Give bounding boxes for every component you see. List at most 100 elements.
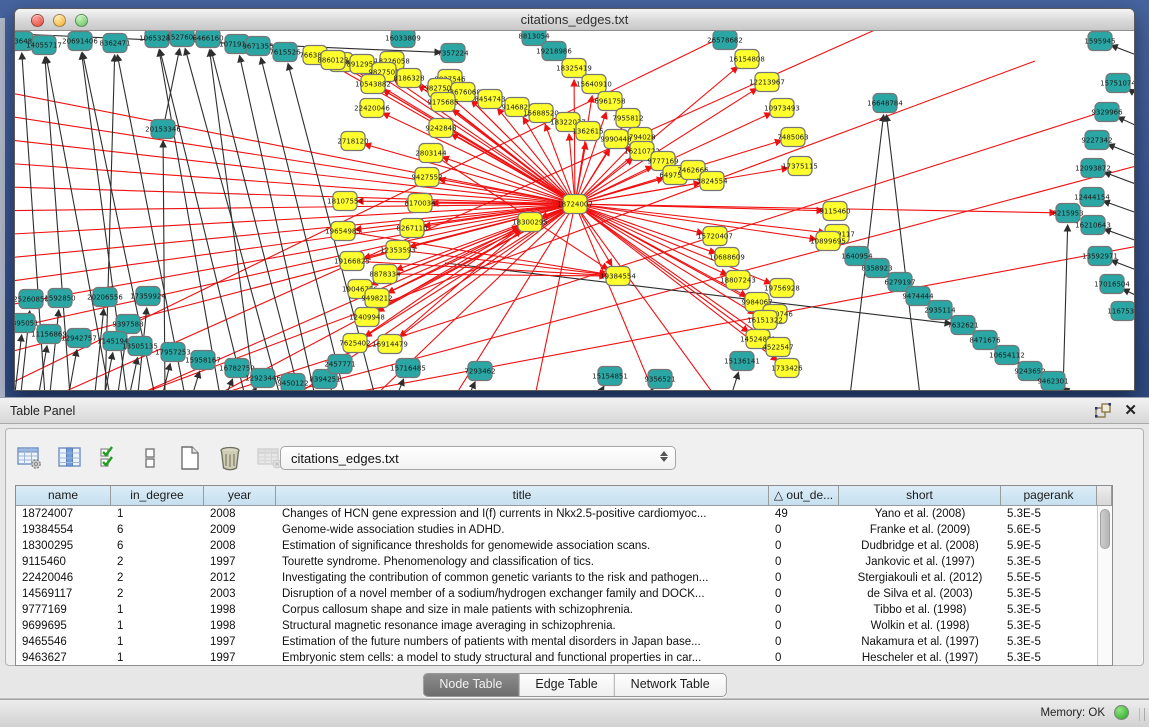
graph-node[interactable]: 1167533 xyxy=(1107,302,1134,321)
table-row[interactable]: 946554611997Estimation of the future num… xyxy=(16,634,1112,650)
graph-node[interactable]: 1592850 xyxy=(44,289,75,308)
table-settings-icon[interactable] xyxy=(16,445,43,472)
graph-node[interactable]: 2718120 xyxy=(337,132,368,151)
graph-node[interactable]: 8362471 xyxy=(99,34,130,53)
vertical-scrollbar[interactable] xyxy=(1097,506,1112,666)
new-table-icon[interactable] xyxy=(176,445,203,472)
graph-node[interactable]: 9175685 xyxy=(427,93,458,112)
graph-node[interactable]: 10688609 xyxy=(709,248,745,267)
column-header-in-degree[interactable]: in_degree xyxy=(111,486,204,506)
float-panel-icon[interactable] xyxy=(1095,403,1112,420)
graph-node[interactable]: 7625402 xyxy=(339,334,370,353)
column-header-out-de[interactable]: △ out_de... xyxy=(769,486,839,506)
network-view-window[interactable]: citations_edges.txt 91364891405571720691… xyxy=(14,8,1135,391)
graph-node[interactable]: 15751074 xyxy=(1100,74,1134,93)
graph-node[interactable]: 2803144 xyxy=(415,144,447,163)
table-row[interactable]: 946362711997Embryonic stem cells: a mode… xyxy=(16,650,1112,666)
delete-rows-icon[interactable] xyxy=(216,445,243,472)
graph-node[interactable]: 8878334 xyxy=(369,265,401,284)
table-row[interactable]: 911546021997Tourette syndrome. Phenomeno… xyxy=(16,554,1112,570)
graph-node[interactable]: 4522547 xyxy=(762,338,793,357)
graph-node[interactable]: 20153346 xyxy=(145,120,181,139)
column-header-year[interactable]: year xyxy=(204,486,276,506)
graph-node[interactable]: 9242848 xyxy=(425,119,456,138)
graph-node[interactable]: 9356521 xyxy=(644,370,675,389)
graph-node[interactable]: 1362615 xyxy=(572,122,603,141)
column-header-title[interactable]: title xyxy=(276,486,769,506)
graph-node[interactable]: 16154808 xyxy=(729,50,765,69)
graph-node[interactable]: 7485063 xyxy=(777,128,808,147)
tab-node-table[interactable]: Node Table xyxy=(423,674,519,696)
graph-node[interactable]: 19166825 xyxy=(334,252,370,271)
graph-node[interactable]: 16648784 xyxy=(867,94,903,113)
column-header-short[interactable]: short xyxy=(839,486,1001,506)
table-row[interactable]: 977716911998Corpus callosum shape and si… xyxy=(16,602,1112,618)
graph-node[interactable]: 13592971 xyxy=(1082,247,1118,266)
graph-node[interactable]: 9462301 xyxy=(1037,372,1068,391)
graph-node-label: 7485063 xyxy=(777,133,808,141)
edit-columns-icon[interactable] xyxy=(96,445,123,472)
column-header-name[interactable]: name xyxy=(16,486,111,506)
graph-node[interactable]: 9427552 xyxy=(411,168,442,187)
graph-node[interactable]: 7615526 xyxy=(269,43,301,62)
graph-node[interactable]: 17375115 xyxy=(782,157,818,176)
graph-node[interactable]: 12213967 xyxy=(749,73,785,92)
graph-node[interactable]: 2935114 xyxy=(924,301,956,320)
graph-node[interactable]: 18107554 xyxy=(327,192,363,211)
tab-network-table[interactable]: Network Table xyxy=(615,674,726,696)
scrollbar-thumb[interactable] xyxy=(1100,509,1110,549)
table-row[interactable]: 1830029562008Estimation of significance … xyxy=(16,538,1112,554)
graph-node[interactable]: 15154851 xyxy=(592,367,628,386)
row-height-icon[interactable] xyxy=(136,445,163,472)
table-row[interactable]: 1872400712008Changes of HCN gene express… xyxy=(16,506,1112,522)
graph-node[interactable]: 9227342 xyxy=(1081,131,1112,150)
graph-node[interactable]: 10973493 xyxy=(764,99,800,118)
graph-node[interactable]: 6961758 xyxy=(594,92,625,111)
column-header-pagerank[interactable]: pagerank xyxy=(1001,486,1097,506)
graph-node[interactable]: 1733426 xyxy=(771,359,803,378)
graph-node[interactable]: 26578682 xyxy=(707,31,743,50)
graph-node[interactable]: 8267110 xyxy=(396,219,427,238)
memory-indicator[interactable] xyxy=(1114,705,1129,720)
graph-node[interactable]: 9329966 xyxy=(1091,103,1123,122)
graph-node[interactable]: 9990448 xyxy=(600,130,631,149)
graph-node[interactable]: 9115460 xyxy=(819,202,850,221)
graph-node[interactable]: 19756928 xyxy=(764,279,800,298)
graph-node[interactable]: 7293462 xyxy=(464,362,495,381)
close-panel-icon[interactable]: ✕ xyxy=(1124,402,1137,420)
graph-node[interactable]: 8170034 xyxy=(404,194,436,213)
graph-node[interactable]: 16033809 xyxy=(385,31,421,48)
tab-edge-table[interactable]: Edge Table xyxy=(519,674,614,696)
graph-node[interactable]: 15716485 xyxy=(390,359,426,378)
delete-table-icon[interactable] xyxy=(256,445,283,472)
graph-node[interactable]: 9397588 xyxy=(112,315,143,334)
table-select[interactable]: citations_edges.txt xyxy=(280,446,676,470)
graph-node[interactable]: 7955812 xyxy=(612,109,643,128)
graph-node[interactable]: 16914479 xyxy=(372,335,408,354)
graph-node[interactable]: 20691406 xyxy=(62,32,98,51)
graph-node[interactable]: 15720407 xyxy=(697,227,733,246)
graph-node[interactable]: 7632621 xyxy=(947,316,978,335)
graph-node[interactable]: 8215953 xyxy=(1052,204,1083,223)
table-row[interactable]: 2242004622012Investigating the contribut… xyxy=(16,570,1112,586)
table-row[interactable]: 1456911722003Disruption of a novel membe… xyxy=(16,586,1112,602)
graph-node[interactable]: 8186328 xyxy=(393,69,424,88)
graph-node[interactable]: 8860123 xyxy=(317,51,348,70)
graph-node[interactable]: 9450122 xyxy=(277,374,308,392)
graph-node[interactable]: 12444154 xyxy=(1074,188,1110,207)
graph-node[interactable]: 2457771 xyxy=(324,355,355,374)
graph-node[interactable]: 8358923 xyxy=(861,259,892,278)
graph-node[interactable]: 7357224 xyxy=(437,44,469,63)
graph-node[interactable]: 9498212 xyxy=(361,289,392,308)
table-row[interactable]: 1938455462009Genome-wide association stu… xyxy=(16,522,1112,538)
graph-node-label: 9427552 xyxy=(411,173,442,181)
table-row[interactable]: 969969511998Structural magnetic resonanc… xyxy=(16,618,1112,634)
graph-node[interactable]: 12353593 xyxy=(380,241,416,260)
network-graph[interactable]: 9136489140557172069140683624711065328715… xyxy=(15,31,1134,391)
network-canvas[interactable]: 9136489140557172069140683624711065328715… xyxy=(15,31,1134,391)
graph-node[interactable]: 15136141 xyxy=(724,352,760,371)
graph-node[interactable]: 1595945 xyxy=(1084,32,1115,51)
show-column-icon[interactable] xyxy=(56,445,83,472)
graph-node[interactable]: 3824554 xyxy=(696,172,728,191)
network-window-titlebar[interactable]: citations_edges.txt xyxy=(15,9,1134,31)
